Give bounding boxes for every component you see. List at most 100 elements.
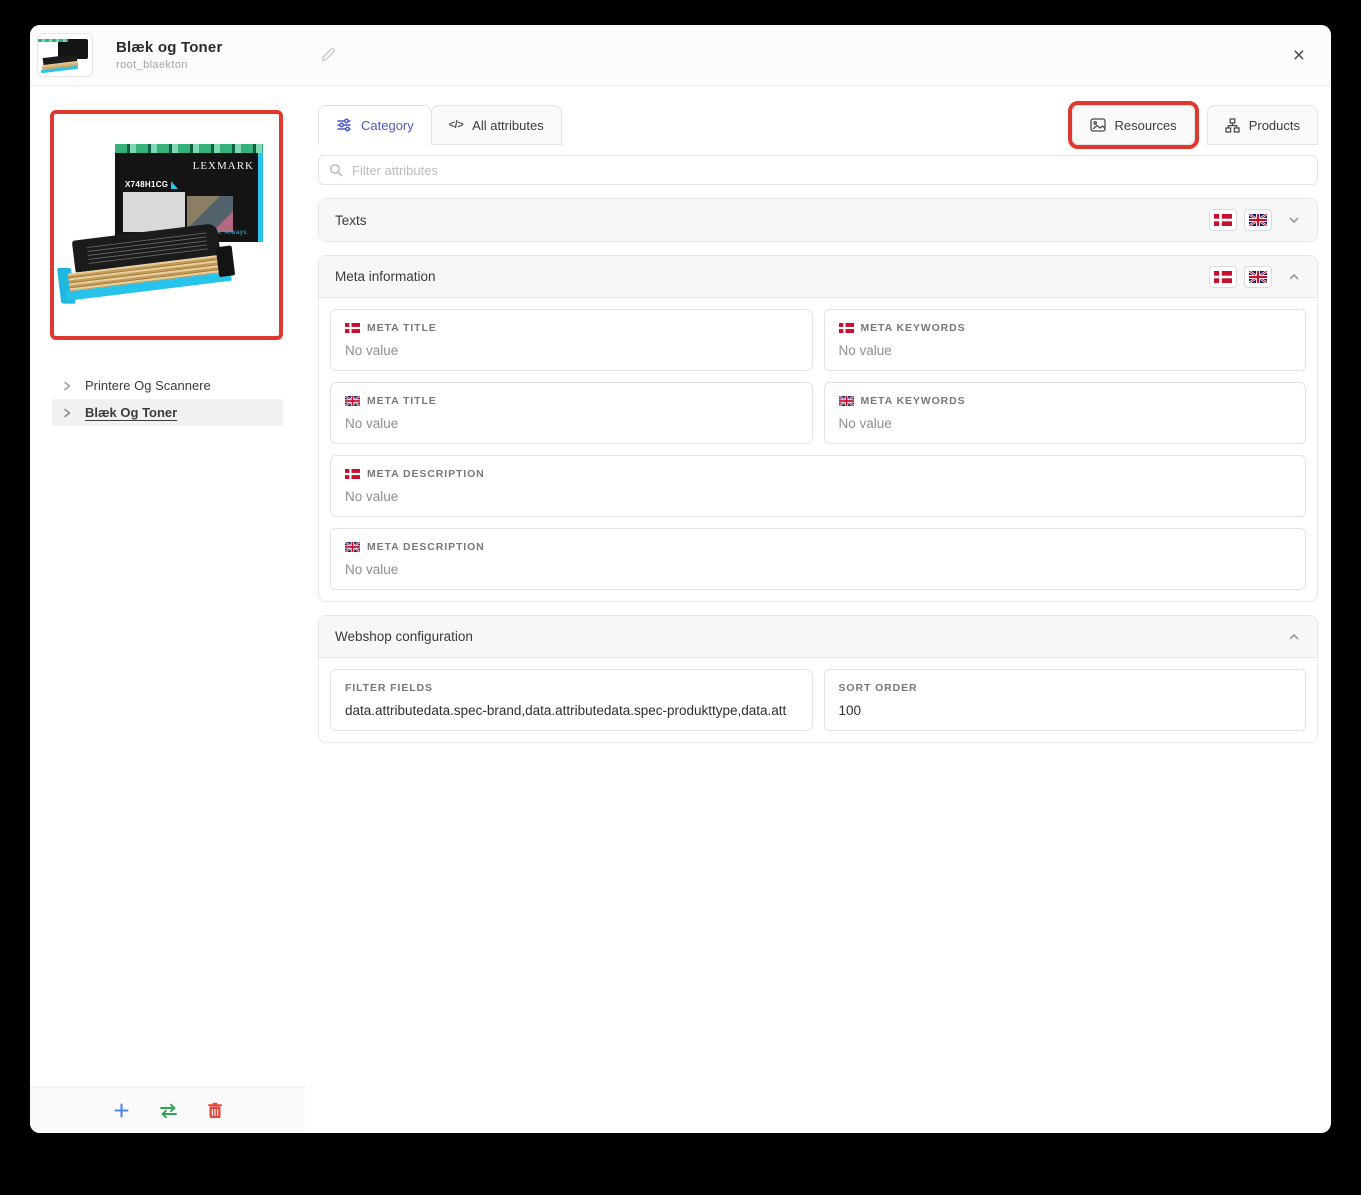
section-title: Webshop configuration [335,629,473,644]
field-label: META TITLE [367,322,437,334]
tab-products[interactable]: Products [1206,105,1318,145]
sidebar: LEXMARK X748H1CG Your Image. Always. [30,86,305,1133]
brand-text: LEXMARK [192,160,254,172]
field-meta-keywords-gb[interactable]: META KEYWORDS No value [823,382,1306,444]
gb-flag-icon [345,542,360,552]
tab-label: All attributes [472,117,544,133]
dk-flag-icon [1214,214,1232,226]
field-meta-title-dk[interactable]: META TITLE No value [330,309,813,371]
sitemap-icon [1225,117,1240,133]
field-label: META DESCRIPTION [367,468,485,480]
search-icon [329,163,343,177]
gb-flag-icon [1249,214,1267,226]
gb-flag-icon [1249,270,1267,283]
product-image: LEXMARK X748H1CG Your Image. Always. [54,114,279,336]
section-meta-header[interactable]: Meta information [319,256,1317,298]
field-label: SORT ORDER [838,682,918,694]
sliders-icon [336,117,352,133]
dk-flag-icon [838,323,854,333]
gb-flag-icon [345,396,360,406]
field-meta-description-gb[interactable]: META DESCRIPTION No value [330,528,1306,590]
gb-flag-icon [838,396,854,406]
locale-dk-button[interactable] [1209,209,1237,231]
field-value: No value [838,416,892,431]
chevron-down-icon [1287,213,1301,227]
move-icon [159,1103,178,1119]
dk-flag-icon [345,469,360,479]
product-thumb-art [38,34,92,76]
close-icon: × [1292,43,1305,67]
title-block: Blæk og Toner root_blaekton [116,39,223,71]
model-text: X748H1CG [125,180,178,189]
field-label: FILTER FIELDS [345,682,433,694]
annotation-box-product-image: LEXMARK X748H1CG Your Image. Always. [50,110,283,340]
field-value: data.attributedata.spec-brand,data.attri… [345,703,787,718]
field-meta-title-gb[interactable]: META TITLE No value [330,382,813,444]
tree-item-label: Blæk Og Toner [85,405,178,420]
chevron-right-icon[interactable] [60,406,74,420]
tab-label: Products [1248,117,1300,133]
webshop-fields-grid: FILTER FIELDS data.attributedata.spec-br… [319,658,1317,742]
tree-item-blaek-og-toner[interactable]: Blæk Og Toner [52,399,283,426]
tab-all-attributes[interactable]: </> All attributes [430,105,562,145]
tab-category[interactable]: Category [318,105,432,145]
tabs-bar: Category </> All attributes Resources Pr… [318,101,1318,149]
tab-label: Category [361,117,414,133]
window-header: Blæk og Toner root_blaekton × [30,25,1331,86]
plus-icon [113,1102,130,1119]
close-button[interactable]: × [1293,45,1305,66]
trash-icon [207,1102,223,1119]
locale-gb-button[interactable] [1244,265,1272,288]
chevron-right-icon[interactable] [60,379,74,393]
field-value: No value [345,343,399,358]
dk-flag-icon [1214,270,1232,283]
page-title: Blæk og Toner [116,39,223,56]
section-webshop-header[interactable]: Webshop configuration [319,616,1317,658]
field-label: META TITLE [367,395,437,407]
category-tree: Printere Og Scannere Blæk Og Toner [30,372,305,426]
edit-title-button[interactable] [318,45,338,65]
tree-item-printere-og-scannere[interactable]: Printere Og Scannere [52,372,283,399]
field-sort-order[interactable]: SORT ORDER 100 [823,669,1306,731]
section-title: Meta information [335,269,436,284]
move-category-button[interactable] [157,1101,180,1121]
field-value: No value [345,416,399,431]
tree-item-label: Printere Og Scannere [85,378,211,393]
annotation-box-resources: Resources [1067,101,1199,149]
code-icon: </> [448,119,464,131]
meta-fields-grid: META TITLE No value META KEYWORDS No val… [319,298,1317,601]
field-label: META DESCRIPTION [367,541,485,553]
collapse-section-button[interactable] [1287,630,1301,644]
locale-gb-button[interactable] [1244,209,1272,231]
field-label: META KEYWORDS [860,322,966,334]
tab-resources[interactable]: Resources [1071,105,1195,145]
collapse-section-button[interactable] [1287,270,1301,284]
locale-dk-button[interactable] [1209,265,1237,288]
delete-category-button[interactable] [205,1100,225,1121]
field-filter-fields[interactable]: FILTER FIELDS data.attributedata.spec-br… [330,669,813,731]
category-editor-window: Blæk og Toner root_blaekton × LEXMARK X7… [30,25,1331,1133]
section-webshop-configuration: Webshop configuration FILTER FIELDS data… [318,615,1318,743]
field-value: No value [345,562,399,577]
field-meta-keywords-dk[interactable]: META KEYWORDS No value [823,309,1306,371]
category-key: root_blaekton [116,59,188,71]
section-meta-information: Meta information META TITLE No value MET… [318,255,1318,602]
toner-cartridge-art [56,222,236,320]
tabs-right-group: Resources Products [1067,101,1318,149]
add-category-button[interactable] [111,1100,132,1121]
category-thumbnail [37,33,93,77]
main-panel: Category </> All attributes Resources Pr… [305,86,1331,1133]
image-icon [1089,118,1106,132]
filter-attributes-input[interactable] [352,162,1307,178]
section-texts-header[interactable]: Texts [319,199,1317,241]
attribute-filter [318,155,1318,185]
section-title: Texts [335,212,367,228]
sidebar-footer [30,1087,305,1133]
section-texts: Texts [318,198,1318,242]
expand-section-button[interactable] [1287,213,1301,227]
pencil-icon [318,45,338,65]
chevron-up-icon [1287,270,1301,284]
field-meta-description-dk[interactable]: META DESCRIPTION No value [330,455,1306,517]
field-value: 100 [838,703,862,718]
chevron-up-icon [1287,630,1301,644]
